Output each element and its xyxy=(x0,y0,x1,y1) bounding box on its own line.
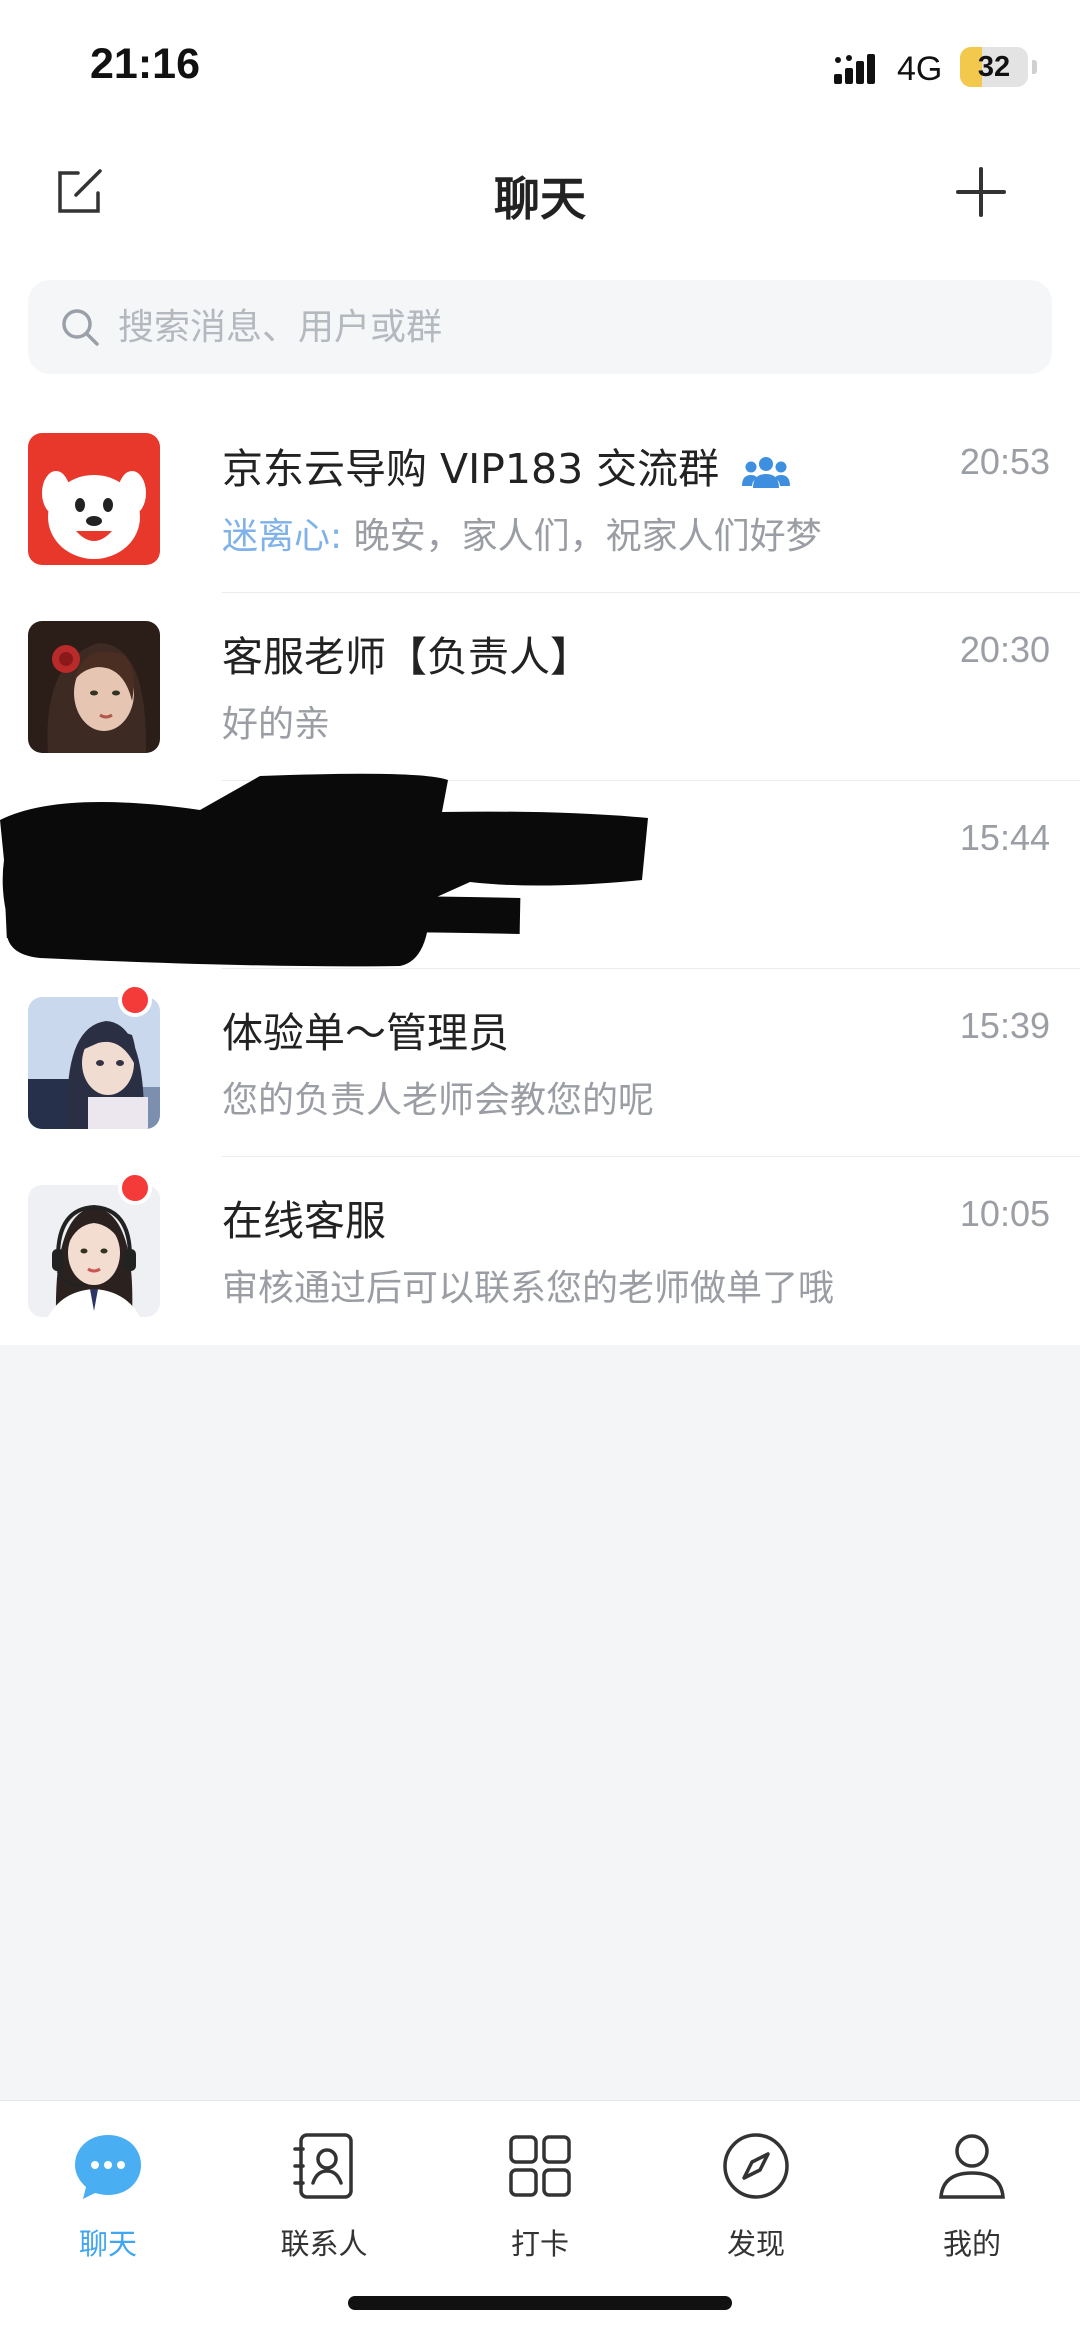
tab-contacts[interactable]: 联系人 xyxy=(216,2131,432,2271)
person-icon xyxy=(939,2134,1005,2199)
chat-preview: 审核通过后可以联系您的老师做单了哦 xyxy=(222,1268,835,1309)
chat-name: 体验单～管理员 xyxy=(222,1009,509,1057)
battery-tip xyxy=(1032,60,1037,74)
avatar xyxy=(28,433,160,565)
search-icon xyxy=(62,309,99,346)
chat-time: 20:53 xyxy=(959,441,1050,482)
chat-preview: 好的亲 xyxy=(222,704,331,745)
nav-header: 聊天 xyxy=(0,135,1080,250)
tab-label: 打卡 xyxy=(510,2227,569,2261)
status-bar: 21:16 4G 32 xyxy=(0,0,1080,135)
chat-name: 在线客服 xyxy=(222,1197,386,1245)
chat-name: 京东云导购 VIP183 交流群 xyxy=(222,435,791,495)
page-title: 聊天 xyxy=(494,172,586,226)
plus-icon[interactable] xyxy=(950,161,1012,223)
preview-text: 晚安，家人们，祝家人们好梦 xyxy=(353,516,822,557)
home-indicator[interactable] xyxy=(348,2296,732,2310)
sender-name: 迷离心: xyxy=(222,516,343,557)
chat-time: 10:05 xyxy=(959,1193,1050,1234)
tab-label: 我的 xyxy=(942,2227,1001,2261)
jd-dog-avatar-image xyxy=(28,433,160,565)
unread-badge xyxy=(118,1171,152,1205)
unread-badge xyxy=(118,983,152,1017)
grid-icon xyxy=(509,2135,571,2197)
tab-label: 发现 xyxy=(726,2227,785,2261)
chat-preview: 您的负责人老师会教您的呢 xyxy=(222,1080,655,1121)
battery-level: 32 xyxy=(977,51,1011,83)
signal-icon xyxy=(834,54,875,84)
contacts-icon xyxy=(293,2133,353,2199)
tab-checkin[interactable]: 打卡 xyxy=(432,2131,648,2271)
chat-time: 15:44 xyxy=(959,817,1050,858)
chat-item-online-service[interactable]: 在线客服 10:05 审核通过后可以联系您的老师做单了哦 xyxy=(0,1157,1080,1345)
chat-item-service-teacher[interactable]: 客服老师【负责人】 20:30 好的亲 xyxy=(0,593,1080,781)
tab-label: 聊天 xyxy=(78,2227,137,2261)
redaction-scribble xyxy=(0,773,648,967)
tab-chat[interactable]: 聊天 xyxy=(0,2131,216,2271)
chat-name: 客服老师【负责人】 xyxy=(222,633,591,681)
chat-name-text: 京东云导购 VIP183 交流群 xyxy=(222,445,720,493)
portrait-avatar-image xyxy=(28,621,160,753)
chat-item-admin[interactable]: 体验单～管理员 15:39 您的负责人老师会教您的呢 xyxy=(0,969,1080,1157)
chat-item-jd-group[interactable]: 京东云导购 VIP183 交流群 20:53 迷离心: 晚安，家人们，祝家人们好… xyxy=(0,405,1080,593)
group-icon xyxy=(742,457,791,488)
avatar xyxy=(28,1185,160,1317)
agent-headset-avatar-image xyxy=(28,1185,160,1317)
chat-bubble-icon xyxy=(75,2135,141,2199)
tab-me[interactable]: 我的 xyxy=(864,2131,1080,2271)
battery-icon: 32 xyxy=(960,47,1028,87)
avatar xyxy=(28,997,160,1129)
tab-label: 联系人 xyxy=(280,2227,368,2261)
status-time: 21:16 xyxy=(90,40,200,88)
search-input[interactable] xyxy=(118,280,1018,374)
chat-time: 20:30 xyxy=(959,629,1050,670)
avatar xyxy=(28,621,160,753)
search-bar[interactable] xyxy=(28,280,1052,374)
chat-time: 15:39 xyxy=(959,1005,1050,1046)
network-type: 4G xyxy=(897,50,943,88)
anime-girl-avatar-image xyxy=(28,997,160,1129)
compass-icon xyxy=(723,2133,789,2199)
chat-preview: 迷离心: 晚安，家人们，祝家人们好梦 xyxy=(222,507,822,559)
tab-discover[interactable]: 发现 xyxy=(648,2131,864,2271)
